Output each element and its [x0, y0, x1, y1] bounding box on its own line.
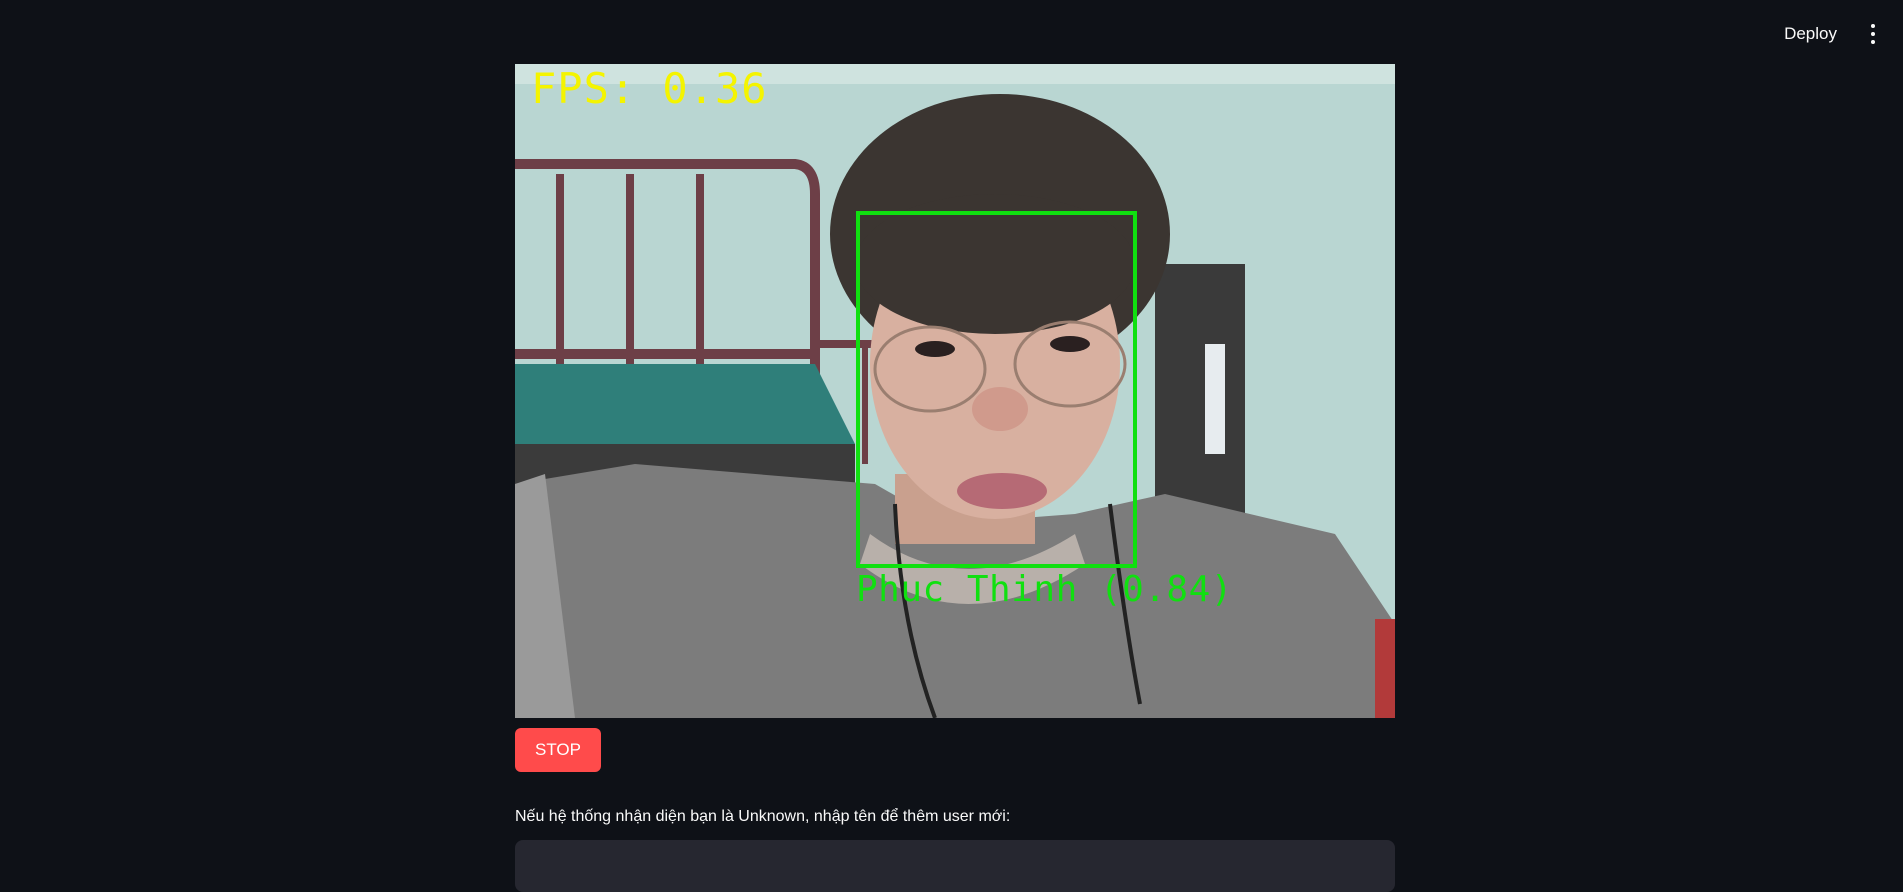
new-user-prompt-label: Nếu hệ thống nhận diện bạn là Unknown, n…: [515, 808, 1011, 825]
face-recognition-label: Phuc Thinh (0.84): [856, 569, 1233, 610]
main-content: FPS: 0.36 Phuc Thinh (0.84) STOP Nếu hệ …: [515, 64, 1395, 892]
deploy-button[interactable]: Deploy: [1776, 20, 1845, 48]
face-detection-box: [856, 211, 1137, 568]
webcam-video-frame: FPS: 0.36 Phuc Thinh (0.84): [515, 64, 1395, 718]
new-user-name-input[interactable]: [515, 840, 1395, 892]
vertical-ellipsis-icon[interactable]: [1865, 22, 1881, 46]
top-bar: Deploy: [0, 0, 1903, 68]
fps-overlay: FPS: 0.36: [531, 64, 768, 113]
stop-button[interactable]: STOP: [515, 728, 601, 772]
